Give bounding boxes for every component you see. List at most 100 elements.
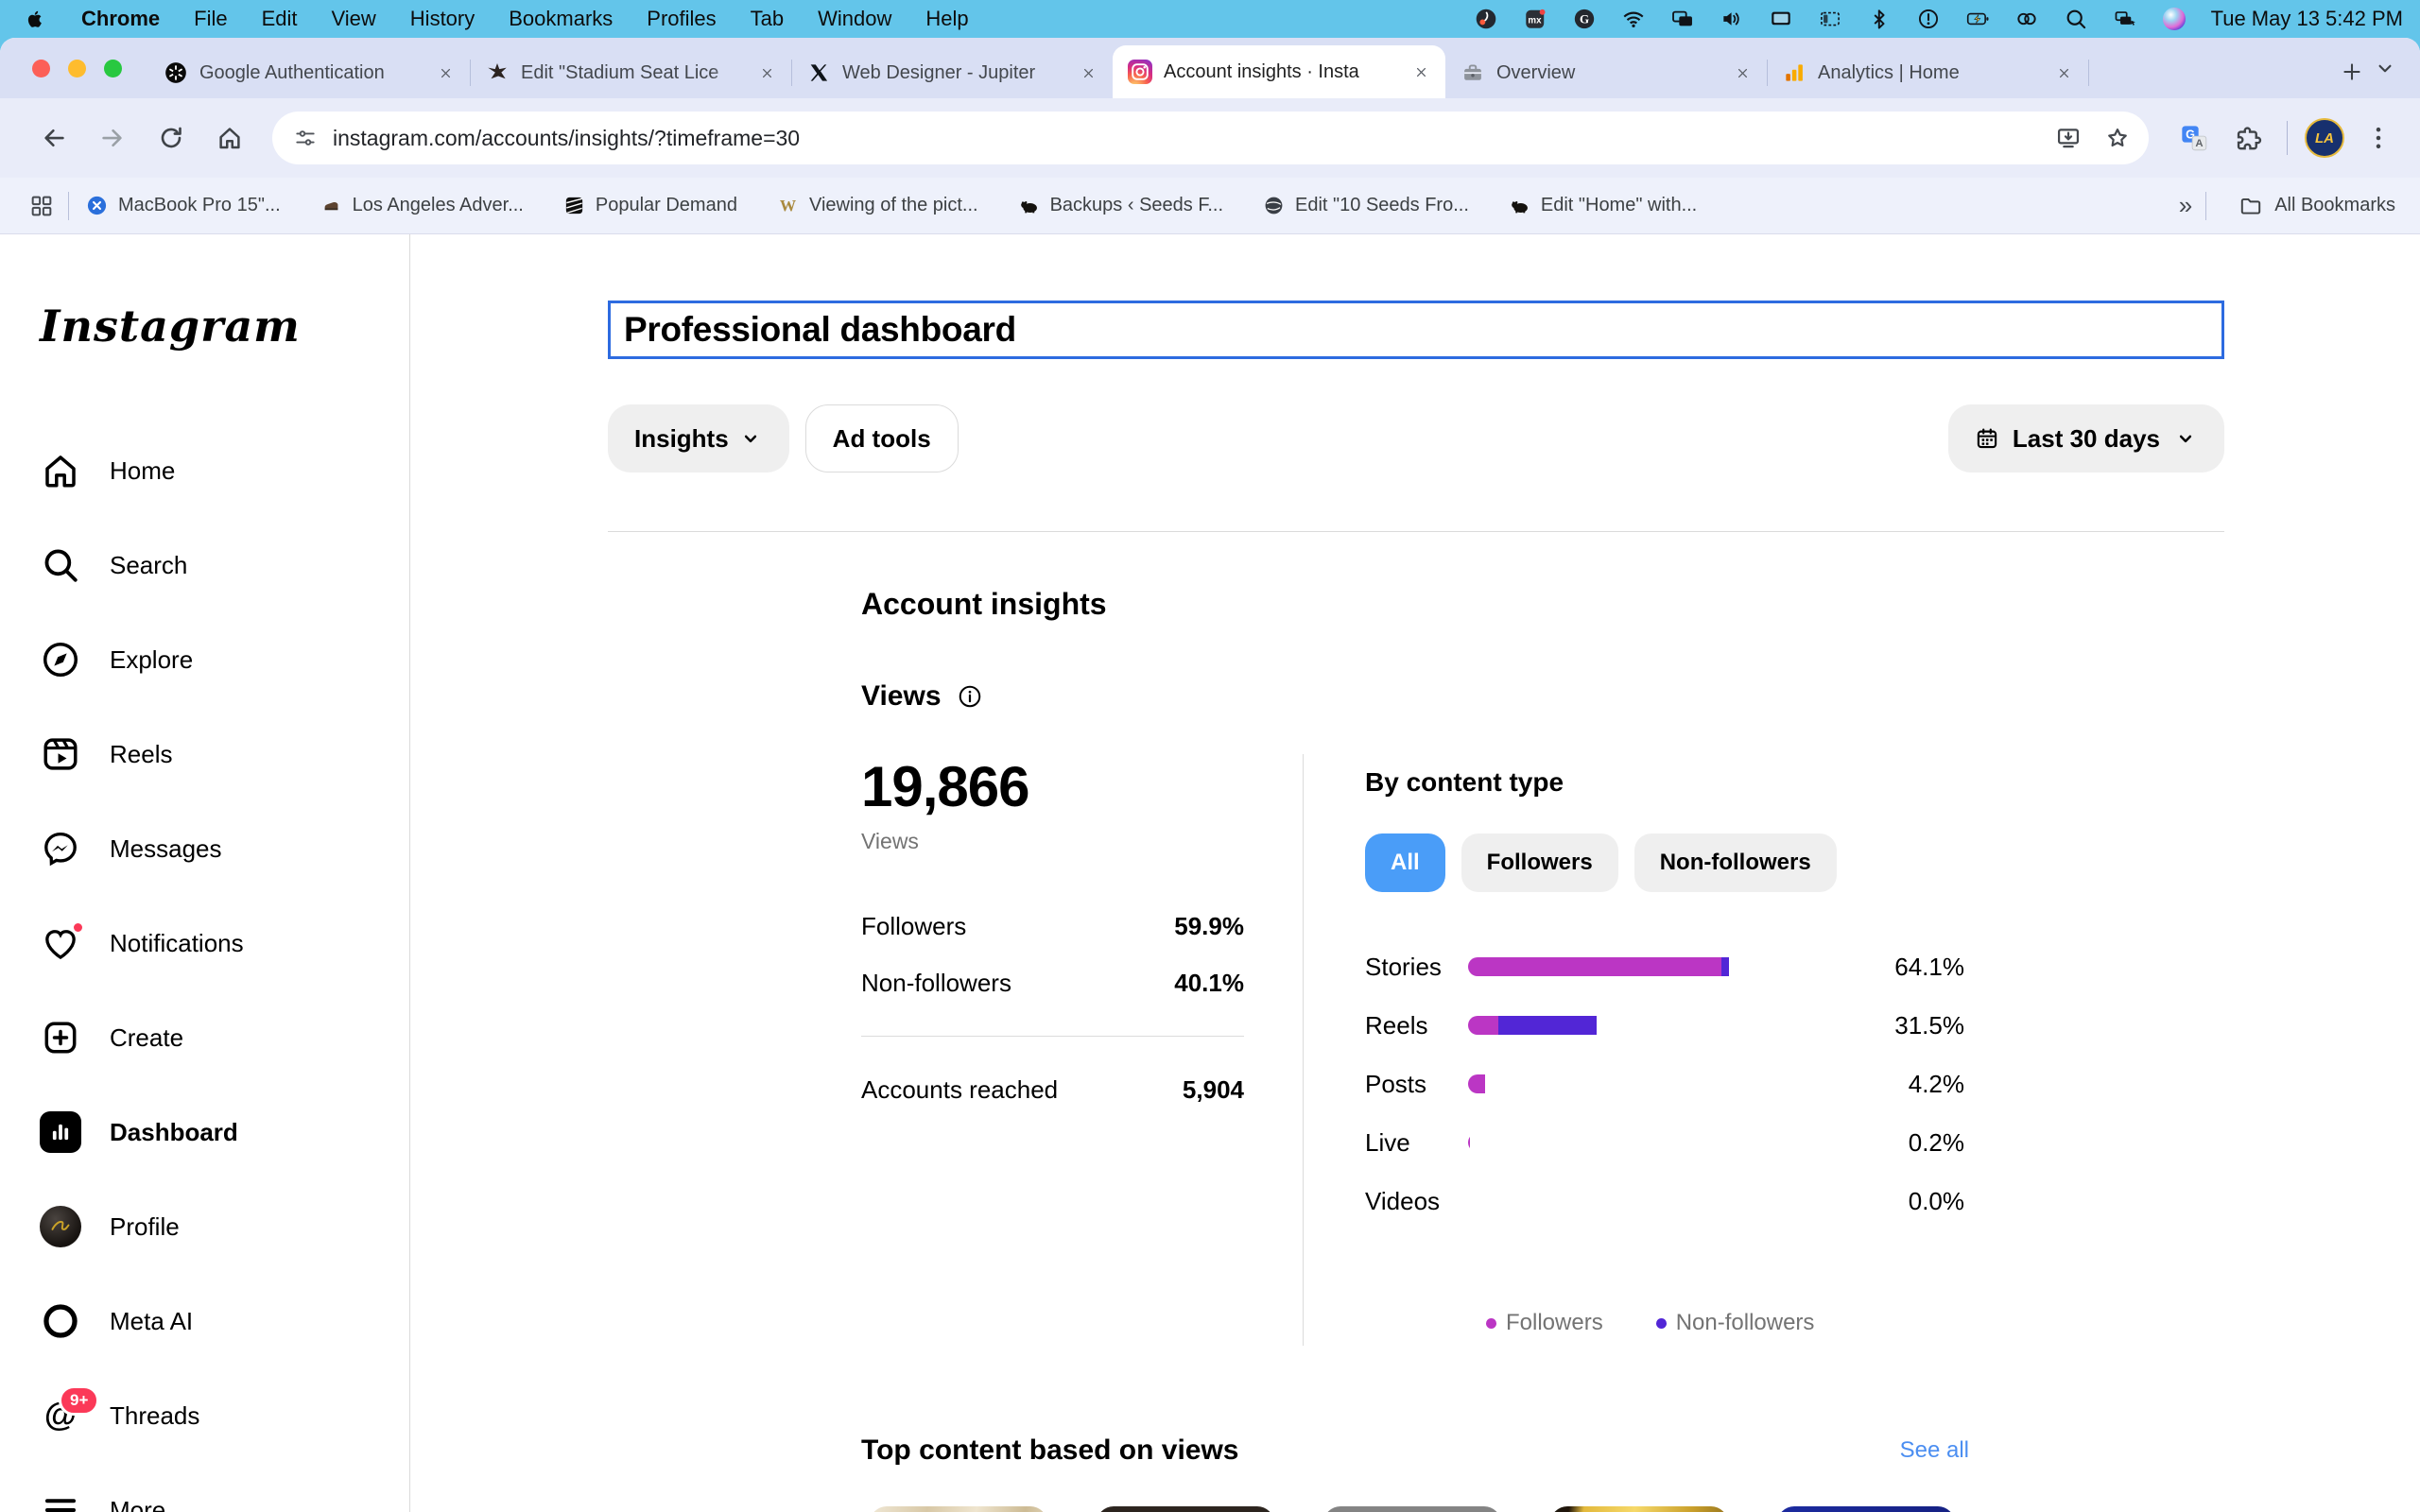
siri-icon[interactable] xyxy=(2162,7,2187,31)
home-button[interactable] xyxy=(204,112,255,163)
bookmark-item[interactable]: Backups ‹ Seeds F... xyxy=(1018,195,1223,216)
content-type-label: Videos xyxy=(1365,1187,1468,1216)
menu-file[interactable]: File xyxy=(194,7,227,31)
home-icon xyxy=(40,450,81,491)
minimize-window-button[interactable] xyxy=(68,60,86,77)
back-button[interactable] xyxy=(28,112,79,163)
sidebar-item-threads[interactable]: @9+Threads xyxy=(40,1368,409,1463)
filter-non-followers[interactable]: Non-followers xyxy=(1634,833,1837,892)
bookmark-label: Backups ‹ Seeds F... xyxy=(1050,195,1223,216)
display-icon[interactable] xyxy=(1769,7,1793,31)
wifi-icon[interactable] xyxy=(1621,7,1646,31)
browser-tab-2[interactable]: Edit "Stadium Seat Lice xyxy=(470,47,791,98)
filter-followers[interactable]: Followers xyxy=(1461,833,1618,892)
sidebar-item-reels[interactable]: Reels xyxy=(40,707,409,801)
bluetooth-icon[interactable] xyxy=(1867,7,1892,31)
mx-icon[interactable]: mx xyxy=(1523,7,1547,31)
sidebar-item-profile[interactable]: Profile xyxy=(40,1179,409,1274)
sidebar-item-explore[interactable]: Explore xyxy=(40,612,409,707)
tab-close-icon[interactable] xyxy=(2050,60,2077,86)
menu-view[interactable]: View xyxy=(332,7,376,31)
all-bookmarks-button[interactable]: All Bookmarks xyxy=(2238,194,2395,218)
menu-edit[interactable]: Edit xyxy=(262,7,298,31)
sidebar-item-dashboard[interactable]: Dashboard xyxy=(40,1085,409,1179)
filter-all[interactable]: All xyxy=(1365,833,1445,892)
extensions-icon[interactable] xyxy=(2228,117,2270,159)
browser-tab-4[interactable]: Account insights · Insta xyxy=(1113,45,1445,98)
page-title-focused-box[interactable]: Professional dashboard xyxy=(608,301,2224,359)
instagram-logo[interactable]: Instagram xyxy=(40,301,409,352)
browser-tab-6[interactable]: Analytics | Home xyxy=(1767,47,2088,98)
menu-window[interactable]: Window xyxy=(818,7,891,31)
sidebar-item-notifications[interactable]: Notifications xyxy=(40,896,409,990)
address-bar[interactable]: instagram.com/accounts/insights/?timefra… xyxy=(272,112,2149,164)
update-icon[interactable] xyxy=(1916,7,1941,31)
g-app-icon[interactable]: G xyxy=(1572,7,1597,31)
new-tab-button[interactable] xyxy=(2331,51,2373,93)
reload-button[interactable] xyxy=(146,112,197,163)
tab-close-icon[interactable] xyxy=(753,60,780,86)
airplay-icon[interactable] xyxy=(1670,7,1695,31)
site-settings-icon[interactable] xyxy=(293,126,318,150)
see-all-link[interactable]: See all xyxy=(1900,1437,1969,1464)
menu-profiles[interactable]: Profiles xyxy=(647,7,716,31)
bookmark-item[interactable]: WViewing of the pict... xyxy=(777,195,978,216)
top-content-thumb-4[interactable] xyxy=(1550,1506,1728,1512)
bookmarks-overflow-chevrons[interactable]: » xyxy=(2179,191,2190,220)
sidebar-item-messages[interactable]: Messages xyxy=(40,801,409,896)
apple-logo-icon[interactable] xyxy=(23,7,47,31)
menu-help[interactable]: Help xyxy=(925,7,968,31)
browser-tab-5[interactable]: Overview xyxy=(1445,47,1767,98)
top-content-thumb-2[interactable] xyxy=(1097,1506,1274,1512)
bookmark-item[interactable]: MacBook Pro 15"... xyxy=(86,195,281,216)
spotlight-icon[interactable] xyxy=(2064,7,2088,31)
tab-close-icon[interactable] xyxy=(1075,60,1101,86)
bookmark-item[interactable]: Edit "Home" with... xyxy=(1509,195,1697,216)
sidebar-item-more[interactable]: More xyxy=(40,1463,409,1512)
bookmark-item[interactable]: Edit "10 Seeds Fro... xyxy=(1263,195,1469,216)
tab-search-chevron-icon[interactable] xyxy=(2373,56,2397,85)
close-window-button[interactable] xyxy=(32,60,50,77)
bookmark-item[interactable]: Popular Demand xyxy=(563,195,737,216)
top-content-thumb-1[interactable] xyxy=(870,1506,1047,1512)
ad-tools-button[interactable]: Ad tools xyxy=(805,404,959,472)
menu-tab[interactable]: Tab xyxy=(751,7,784,31)
menu-bookmarks[interactable]: Bookmarks xyxy=(509,7,613,31)
volume-icon[interactable] xyxy=(1720,7,1744,31)
bookmark-star-icon[interactable] xyxy=(2096,116,2139,160)
sidebar-item-home[interactable]: Home xyxy=(40,423,409,518)
date-range-button[interactable]: Last 30 days xyxy=(1948,404,2224,472)
menu-bar-clock[interactable]: Tue May 13 5:42 PM xyxy=(2211,7,2403,31)
profile-avatar[interactable]: LA xyxy=(2305,118,2344,158)
install-app-icon[interactable] xyxy=(2047,116,2090,160)
continuity-icon[interactable] xyxy=(2014,7,2039,31)
translate-icon[interactable]: GA xyxy=(2173,117,2215,159)
sidebar-item-search[interactable]: Search xyxy=(40,518,409,612)
forward-button[interactable] xyxy=(87,112,138,163)
top-content-thumb-3[interactable] xyxy=(1323,1506,1501,1512)
url-text[interactable]: instagram.com/accounts/insights/?timefra… xyxy=(333,126,2047,151)
tab-close-icon[interactable] xyxy=(1408,59,1434,85)
tab-close-icon[interactable] xyxy=(1729,60,1755,86)
camo-icon[interactable] xyxy=(1474,7,1498,31)
tab-close-icon[interactable] xyxy=(432,60,458,86)
browser-tab-3[interactable]: Web Designer - Jupiter xyxy=(791,47,1113,98)
apps-grid-icon[interactable] xyxy=(28,193,55,219)
battery-icon[interactable] xyxy=(1965,7,1990,31)
tab-label: Google Authentication xyxy=(199,62,421,84)
svg-text:mx: mx xyxy=(1528,15,1542,26)
sidebar-item-create[interactable]: Create xyxy=(40,990,409,1085)
top-content-thumb-5[interactable]: MAY xyxy=(1777,1506,1955,1512)
keyboard-icon[interactable] xyxy=(1818,7,1842,31)
menu-chrome[interactable]: Chrome xyxy=(81,7,160,31)
insights-dropdown-button[interactable]: Insights xyxy=(608,404,789,472)
chrome-menu-icon[interactable] xyxy=(2358,117,2399,159)
browser-tab-1[interactable]: Google Authentication xyxy=(148,47,470,98)
info-icon[interactable] xyxy=(957,683,983,710)
bookmark-item[interactable]: Los Angeles Adver... xyxy=(320,195,524,216)
sidebar-item-meta-ai[interactable]: Meta AI xyxy=(40,1274,409,1368)
zoom-window-button[interactable] xyxy=(104,60,122,77)
bookmark-label: Los Angeles Adver... xyxy=(353,195,524,216)
screenshare-icon[interactable] xyxy=(2113,7,2137,31)
menu-history[interactable]: History xyxy=(410,7,475,31)
